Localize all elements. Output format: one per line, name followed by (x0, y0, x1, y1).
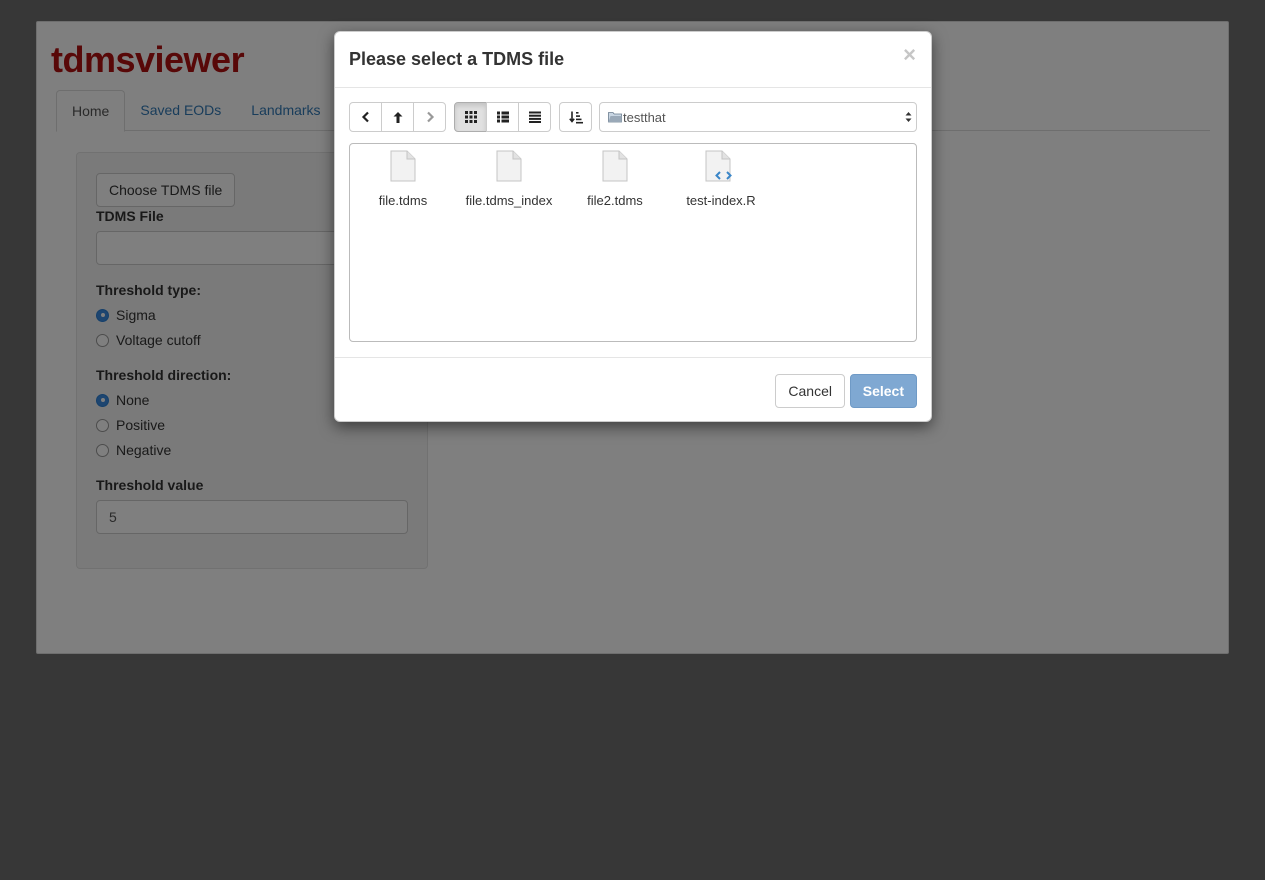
modal-title: Please select a TDMS file (349, 49, 565, 69)
directory-select[interactable]: testthat (599, 102, 917, 132)
sort-order-icon (568, 111, 583, 123)
chevron-left-icon (361, 111, 369, 123)
file-name: file2.tdms (587, 193, 643, 208)
file-icon (496, 150, 522, 182)
code-file-icon (705, 150, 732, 182)
list-view-button[interactable] (486, 102, 519, 132)
file-icon (602, 150, 628, 182)
file-icon (390, 150, 416, 182)
file-item[interactable]: test-index.R (666, 150, 776, 208)
file-browser-pane[interactable]: file.tdms file.tdms_index file2.tdms tes… (349, 143, 917, 342)
navigation-group (349, 102, 446, 132)
chevron-right-icon (426, 111, 434, 123)
sort-button[interactable] (559, 102, 592, 132)
file-item[interactable]: file.tdms_index (454, 150, 564, 208)
grid-icon (464, 111, 477, 123)
file-name: file.tdms_index (465, 193, 553, 208)
forward-button[interactable] (413, 102, 446, 132)
directory-select-value: testthat (623, 109, 666, 125)
folder-icon (608, 112, 622, 123)
select-arrows-icon (905, 112, 912, 122)
file-select-dialog: Please select a TDMS file × testthat fil… (334, 31, 932, 422)
detail-view-button[interactable] (518, 102, 551, 132)
list-icon (496, 111, 509, 123)
lines-icon (528, 111, 541, 123)
file-name: file.tdms (378, 193, 428, 208)
view-mode-group (454, 102, 551, 132)
select-button[interactable]: Select (849, 374, 917, 408)
arrow-up-icon (393, 111, 402, 123)
file-toolbar: testthat (349, 102, 917, 133)
file-item[interactable]: file2.tdms (560, 150, 670, 208)
sort-group (559, 102, 592, 132)
up-directory-button[interactable] (381, 102, 414, 132)
icon-view-button[interactable] (454, 102, 487, 132)
back-button[interactable] (349, 102, 382, 132)
file-name: test-index.R (686, 193, 756, 208)
file-item[interactable]: file.tdms (348, 150, 458, 208)
modal-header: Please select a TDMS file × (335, 32, 931, 88)
close-icon[interactable]: × (903, 44, 916, 66)
modal-footer: Cancel Select (335, 357, 931, 422)
cancel-button[interactable]: Cancel (775, 374, 845, 408)
